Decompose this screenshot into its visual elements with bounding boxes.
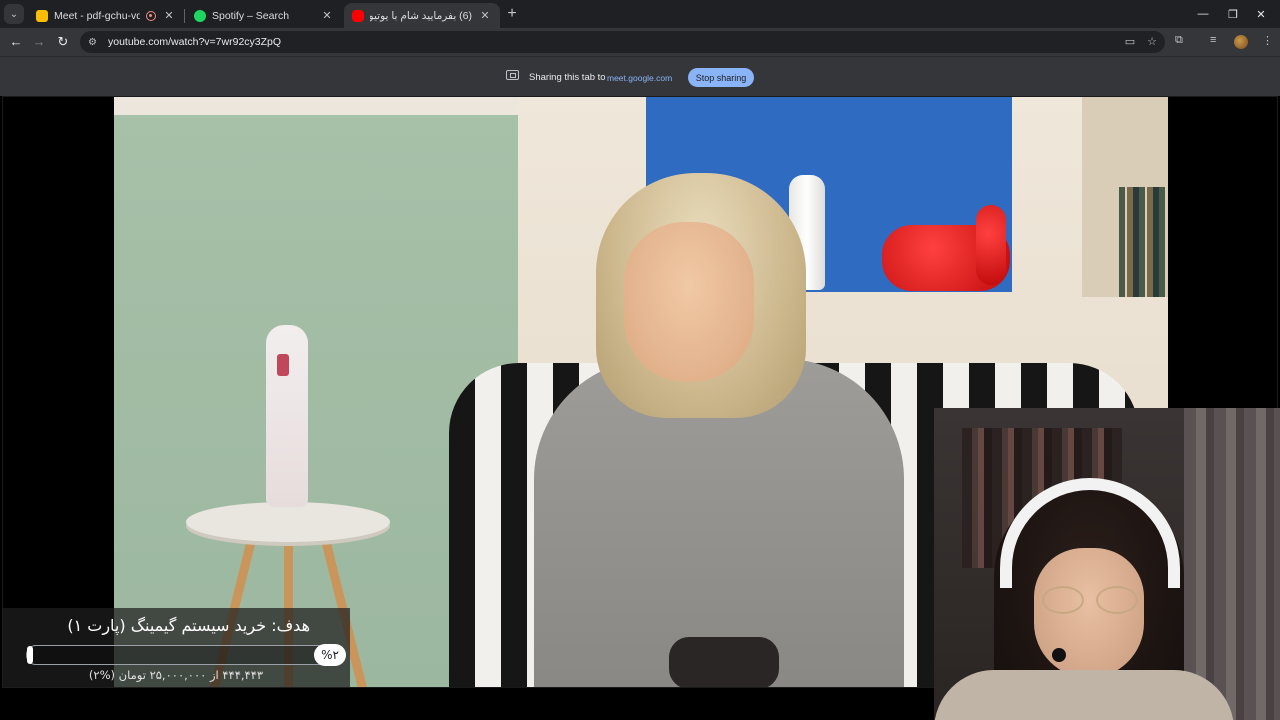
- cast-icon[interactable]: ▭: [1125, 35, 1135, 48]
- goal-percent-badge: %۲: [314, 644, 346, 666]
- chevron-down-icon: ⌄: [9, 8, 19, 20]
- tab-spotify[interactable]: Spotify – Search ✕: [186, 3, 342, 28]
- arrow-left-icon[interactable]: ←: [6, 32, 26, 52]
- tab-search-button[interactable]: ⌄: [4, 4, 24, 24]
- spotify-favicon-icon: [194, 9, 206, 22]
- youtube-favicon-icon: [352, 9, 364, 22]
- meet-favicon-icon: [36, 9, 48, 22]
- puzzle-icon[interactable]: ⧉: [1175, 34, 1183, 47]
- arrow-right-icon[interactable]: →: [29, 32, 49, 52]
- star-icon[interactable]: ☆: [1147, 35, 1157, 48]
- reload-icon[interactable]: ↻: [53, 32, 73, 52]
- close-tab-icon[interactable]: ✕: [320, 9, 334, 22]
- url-text: youtube.com/watch?v=7wr92cy3ZpQ: [108, 36, 282, 48]
- goal-title: هدف: خرید سیستم گیمینگ (پارت ۱): [67, 616, 310, 635]
- goal-progress-bar: [26, 645, 344, 665]
- address-bar[interactable]: ⚙ youtube.com/watch?v=7wr92cy3ZpQ ▭ ☆: [80, 31, 1165, 53]
- sharing-host-link[interactable]: meet.google.com: [607, 73, 672, 83]
- webcam-overlay: [934, 408, 1280, 720]
- goal-amount-text: ۴۴۴,۴۴۳ از ۲۵,۰۰۰,۰۰۰ تومان (%۲): [88, 668, 264, 682]
- close-icon[interactable]: ✕: [1238, 0, 1280, 28]
- recording-icon: [146, 10, 156, 21]
- sharing-text: Sharing this tab to: [529, 72, 606, 83]
- tab-title: Meet - pdf-gchu-vdp: [54, 9, 140, 22]
- tune-icon[interactable]: ⚙: [88, 37, 104, 48]
- browser-toolbar: ← → ↻ ⚙ youtube.com/watch?v=7wr92cy3ZpQ …: [0, 28, 1280, 56]
- stop-sharing-button[interactable]: Stop sharing: [688, 68, 754, 87]
- tab-meet[interactable]: Meet - pdf-gchu-vdp ✕: [28, 3, 185, 28]
- sharing-bar: Sharing this tab to meet.google.com Stop…: [0, 56, 1280, 96]
- media-control-icon[interactable]: ≡: [1210, 34, 1216, 46]
- donation-goal-widget: هدف: خرید سیستم گیمینگ (پارت ۱) %۲ ۴۴۴,۴…: [2, 608, 350, 688]
- screen-share-icon: [506, 70, 519, 80]
- goal-progress-fill: [27, 646, 34, 664]
- close-tab-icon[interactable]: ✕: [162, 9, 176, 22]
- tab-strip: ⌄ Meet - pdf-gchu-vdp ✕ Spotify – Search…: [0, 0, 1280, 28]
- plus-icon[interactable]: +: [503, 5, 521, 23]
- kebab-menu-icon[interactable]: ⋮: [1262, 34, 1273, 47]
- profile-avatar[interactable]: [1234, 35, 1248, 49]
- tab-title: (6) بفرمایید شام با یوتیوبرا (...: [370, 9, 472, 22]
- tab-youtube[interactable]: (6) بفرمایید شام با یوتیوبرا (... ✕: [344, 3, 500, 28]
- close-tab-icon[interactable]: ✕: [478, 9, 492, 22]
- tab-title: Spotify – Search: [212, 9, 290, 22]
